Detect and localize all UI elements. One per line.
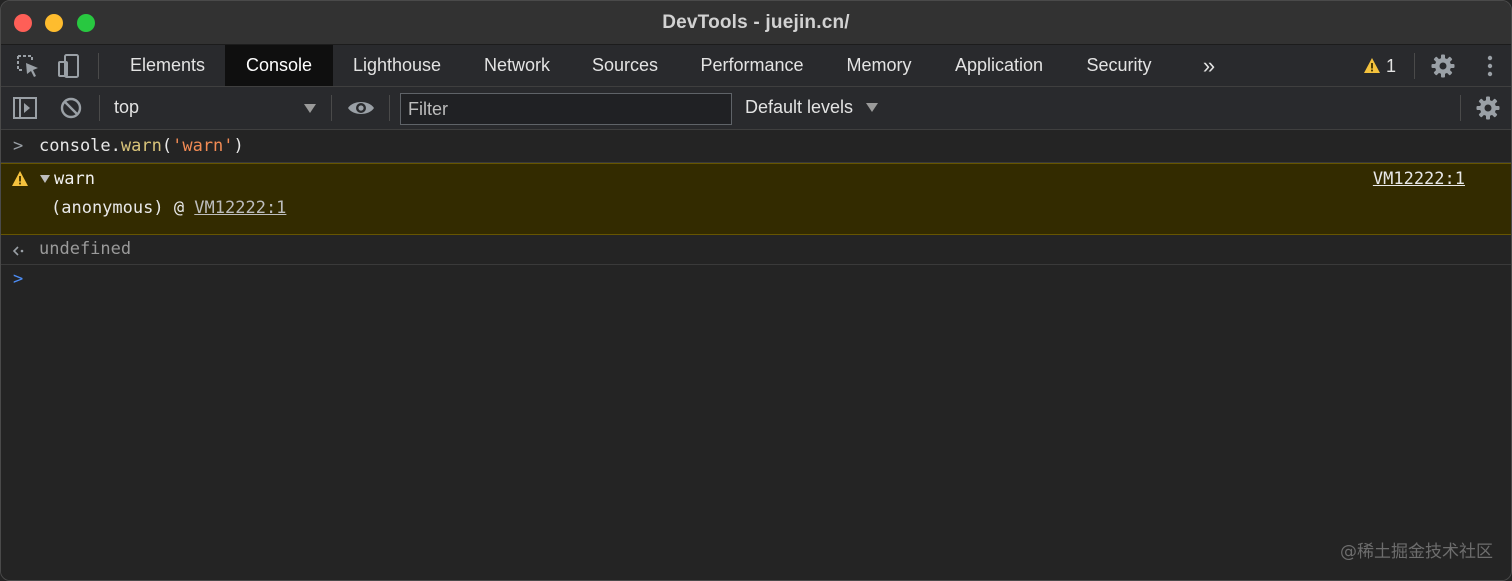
title-bar: DevTools - juejin.cn/ [1,1,1511,45]
filter-input[interactable] [400,93,732,125]
kebab-menu-icon[interactable] [1477,53,1503,79]
input-chevron-icon: > [13,136,24,156]
input-code: console.warn('warn') [39,136,244,156]
window-title: DevTools - juejin.cn/ [662,12,850,33]
console-prompt[interactable]: > [1,265,1511,295]
code-method: warn [120,136,162,156]
tab-sources[interactable]: Sources [574,45,676,86]
toolbar-divider [1460,95,1461,121]
panel-tabs-bar: Elements Console Lighthouse Network Sour… [1,45,1511,87]
tab-console[interactable]: Console [225,45,333,86]
tab-application[interactable]: Application [935,45,1063,86]
result-arrow-icon [12,243,26,263]
warning-source-link[interactable]: VM12222:1 [1373,169,1465,189]
toolbar-divider [389,95,390,121]
console-input-row: > console.warn('warn') [1,130,1511,163]
console-warning-message: warn VM12222:1 (anonymous) @ VM12222:1 [1,163,1511,235]
tab-lighthouse[interactable]: Lighthouse [334,45,460,86]
console-messages: > console.warn('warn') warn VM12222:1 (a… [1,130,1511,580]
result-value: undefined [39,239,132,259]
stack-frame: (anonymous) @ VM12222:1 [51,198,286,218]
clear-console-icon[interactable] [58,95,84,121]
tab-performance[interactable]: Performance [681,45,823,86]
warning-icon [11,170,29,192]
tab-security[interactable]: Security [1069,45,1169,86]
device-toolbar-icon[interactable] [56,53,82,79]
levels-dropdown-icon[interactable] [866,103,878,112]
console-toolbar: top Default levels [1,87,1511,130]
expand-triangle-icon[interactable] [40,175,50,183]
console-result-row: undefined [1,235,1511,265]
log-levels-dropdown[interactable]: Default levels [745,97,853,118]
watermark: @稀土掘金技术社区 [1340,542,1493,562]
warning-icon [1363,56,1386,76]
more-tabs-button[interactable]: » [1191,45,1227,86]
inspect-element-icon[interactable] [15,53,41,79]
tab-elements[interactable]: Elements [112,45,223,86]
settings-gear-icon[interactable] [1430,53,1456,79]
toolbar-divider [331,95,332,121]
code-dot: . [110,136,121,156]
context-selector[interactable]: top [114,97,139,118]
code-object: console [39,136,111,156]
warning-count: 1 [1386,56,1397,76]
console-settings-gear-icon[interactable] [1475,95,1501,121]
warning-text: warn [54,169,95,189]
stack-frame-link[interactable]: VM12222:1 [194,198,286,218]
live-expression-eye-icon[interactable] [347,95,374,121]
code-string: 'warn' [172,136,234,156]
tab-memory[interactable]: Memory [829,45,929,86]
code-open-paren: ( [161,136,173,156]
toolbar-divider [98,53,99,79]
toolbar-divider [99,95,100,121]
code-close-paren: ) [233,136,244,156]
prompt-chevron-icon: > [13,269,24,289]
warnings-counter[interactable]: 1 [1363,55,1396,77]
toolbar-divider [1414,53,1415,79]
show-sidebar-icon[interactable] [12,95,38,121]
tab-network[interactable]: Network [465,45,569,86]
devtools-window: DevTools - juejin.cn/ Elements Console L… [0,0,1512,581]
stack-frame-function: (anonymous) @ [51,198,195,218]
context-dropdown-icon[interactable] [304,104,316,113]
